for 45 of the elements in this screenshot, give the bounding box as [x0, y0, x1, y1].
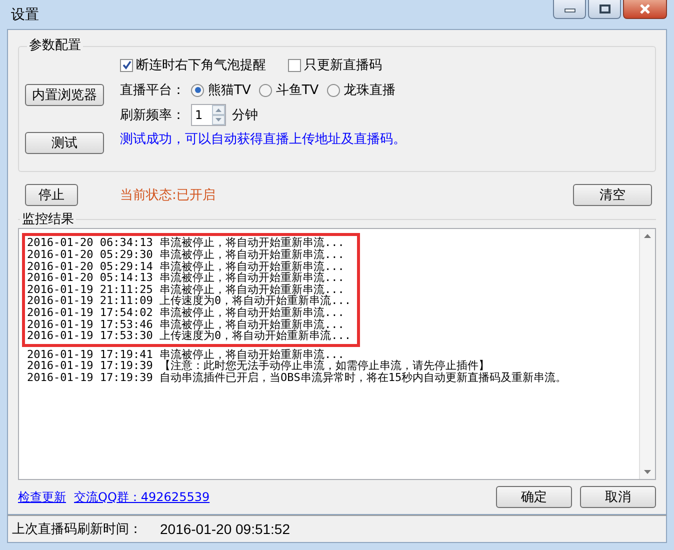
- refresh-unit: 分钟: [232, 107, 258, 124]
- radio-option[interactable]: 熊猫TV: [191, 81, 251, 100]
- log-line: 2016-01-19 21:11:25 串流被停止，将自动开始重新串流...: [22, 284, 360, 296]
- checkbox-option[interactable]: 断连时右下角气泡提醒: [120, 56, 266, 74]
- status-label: 上次直播码刷新时间：: [12, 521, 142, 538]
- platform-label: 直播平台：: [120, 82, 185, 100]
- maximize-icon: [598, 4, 610, 14]
- log-line: 2016-01-19 17:19:41 串流被停止，将自动开始重新串流...: [26, 348, 344, 360]
- refresh-spinbox[interactable]: 1: [191, 104, 226, 126]
- maximize-button[interactable]: [588, 0, 621, 19]
- status-text: 当前状态:已开启: [120, 187, 216, 204]
- close-button[interactable]: [623, 0, 667, 19]
- radio-option[interactable]: 斗鱼TV: [258, 81, 319, 100]
- radio-option[interactable]: 龙珠直播: [326, 81, 396, 100]
- log-line: 2016-01-19 17:53:46 串流被停止，将自动开始重新串流...: [22, 318, 360, 330]
- log-line: 2016-01-20 05:29:30 串流被停止，将自动开始重新串流...: [22, 249, 360, 261]
- checkbox-option[interactable]: 只更新直播码: [288, 56, 382, 74]
- scrollbar[interactable]: [639, 229, 655, 480]
- log-line: 2016-01-19 17:19:39 自动串流插件已开启，当OBS串流异常时，将在15秒内自动更新直播码及重新串流。: [26, 372, 568, 384]
- action-button[interactable]: 内置浏览器: [25, 84, 104, 106]
- link[interactable]: 交流QQ群：492625539: [74, 488, 210, 506]
- minimize-button[interactable]: [553, 0, 586, 19]
- window-title: 设置: [10, 6, 39, 24]
- log-line: 2016-01-20 05:29:14 串流被停止，将自动开始重新串流...: [22, 260, 360, 272]
- log-line: 2016-01-19 21:11:09 上传速度为0，将自动开始重新串流...: [22, 295, 360, 308]
- cancel-button[interactable]: 取消: [580, 486, 656, 508]
- log-line: 2016-01-19 17:19:39 【注意：此时您无法手动停止串流，如需停止串流，请先停止插件】: [26, 360, 490, 372]
- status-value: 2016-01-20 09:51:52: [160, 521, 290, 538]
- link[interactable]: 检查更新: [18, 488, 66, 506]
- scroll-up-icon: [643, 233, 652, 240]
- stop-button[interactable]: 停止: [25, 184, 78, 206]
- test-result-message: 测试成功，可以自动获得直播上传地址及直播码。: [120, 131, 406, 148]
- log-line: 2016-01-19 17:53:30 上传速度为0，将自动开始重新串流...: [22, 330, 360, 347]
- close-icon: [638, 4, 652, 14]
- refresh-label: 刷新频率：: [120, 107, 185, 124]
- scroll-down-icon: [643, 469, 652, 476]
- action-button[interactable]: 测试: [25, 132, 104, 154]
- spin-arrows-icon: [212, 105, 225, 126]
- group-title: 监控结果: [20, 210, 76, 228]
- log-line: 2016-01-19 17:54:02 串流被停止，将自动开始重新串流...: [22, 307, 360, 319]
- ok-button[interactable]: 确定: [496, 486, 572, 508]
- checkmark-icon: [122, 60, 132, 70]
- clear-button[interactable]: 清空: [573, 184, 652, 206]
- log-line: 2016-01-20 06:34:13 串流被停止，将自动开始重新串流...: [22, 233, 360, 250]
- log-line: 2016-01-20 05:14:13 串流被停止，将自动开始重新串流...: [22, 272, 360, 284]
